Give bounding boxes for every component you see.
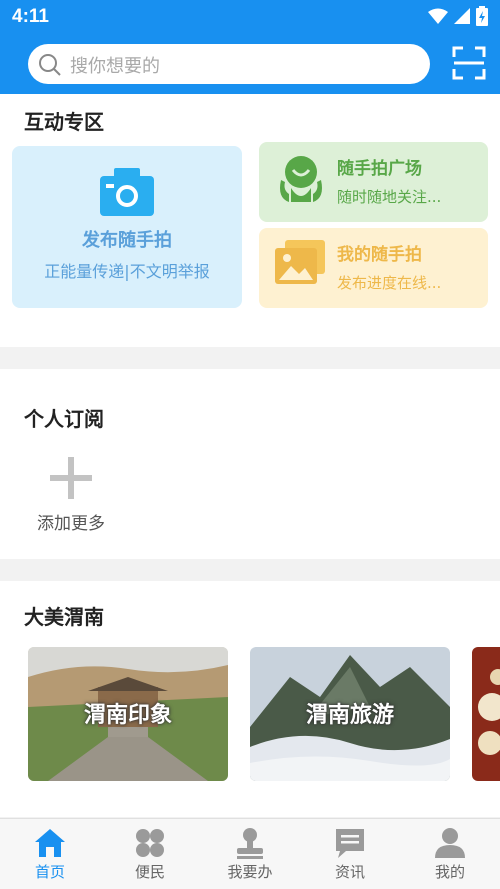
message-icon bbox=[336, 829, 364, 858]
search-icon bbox=[39, 54, 61, 76]
subscription-title: 个人订阅 bbox=[24, 407, 104, 431]
photo-square-title: 随手拍广场 bbox=[337, 159, 422, 179]
publish-photo-title: 发布随手拍 bbox=[82, 230, 172, 251]
weinan-impression-label: 渭南印象 bbox=[83, 703, 172, 728]
search-bar[interactable]: 搜你想要的 bbox=[28, 44, 430, 84]
tab-profile[interactable]: 我的 bbox=[400, 819, 500, 889]
weinan-third-image bbox=[472, 647, 500, 781]
clover-icon bbox=[136, 829, 164, 857]
weinan-third-card[interactable] bbox=[472, 647, 500, 781]
image-gallery-icon bbox=[275, 240, 325, 284]
top-bar: 4:11 搜你想要的 bbox=[0, 0, 500, 94]
my-photo-title: 我的随手拍 bbox=[337, 245, 422, 265]
status-icons bbox=[428, 6, 488, 26]
stamp-icon bbox=[237, 828, 263, 859]
home-icon bbox=[35, 829, 65, 857]
beauty-section: 大美渭南 渭南印象 渭南旅游 bbox=[0, 581, 500, 817]
weinan-tourism-card[interactable]: 渭南旅游 bbox=[250, 647, 450, 781]
weinan-tourism-label: 渭南旅游 bbox=[305, 703, 394, 728]
add-more-label: 添加更多 bbox=[37, 514, 105, 534]
interactive-zone-title: 互动专区 bbox=[24, 110, 104, 134]
my-photo-subtitle: 发布进度在线... bbox=[337, 274, 442, 292]
add-more-button[interactable]: 添加更多 bbox=[28, 457, 114, 534]
status-bar: 4:11 bbox=[0, 0, 500, 34]
plus-icon bbox=[50, 457, 92, 499]
tab-tasks-label: 我要办 bbox=[227, 863, 273, 881]
photo-square-card[interactable]: 随手拍广场 随时随地关注... bbox=[259, 142, 488, 222]
battery-icon bbox=[476, 6, 488, 26]
people-icon bbox=[280, 156, 322, 202]
publish-photo-card[interactable]: 发布随手拍 正能量传递|不文明举报 bbox=[12, 146, 242, 308]
interactive-zone-section: 互动专区 发布随手拍 正能量传递|不文明举报 随手拍广场 随时随地关注... 我… bbox=[0, 94, 500, 347]
tab-home[interactable]: 首页 bbox=[0, 819, 100, 889]
tab-tasks[interactable]: 我要办 bbox=[200, 819, 300, 889]
camera-icon bbox=[100, 168, 154, 216]
signal-icon bbox=[454, 8, 470, 24]
status-time: 4:11 bbox=[12, 6, 49, 27]
tab-services[interactable]: 便民 bbox=[100, 819, 200, 889]
my-photo-card[interactable]: 我的随手拍 发布进度在线... bbox=[259, 228, 488, 308]
publish-photo-subtitle: 正能量传递|不文明举报 bbox=[44, 262, 210, 281]
search-input[interactable]: 搜你想要的 bbox=[70, 52, 160, 78]
weinan-impression-card[interactable]: 渭南印象 bbox=[28, 647, 228, 781]
bottom-tab-bar: 首页 便民 我要办 资讯 我的 bbox=[0, 818, 500, 889]
subscription-section: 个人订阅 添加更多 bbox=[0, 369, 500, 559]
user-icon bbox=[435, 828, 465, 858]
beauty-title: 大美渭南 bbox=[24, 605, 104, 629]
tab-home-label: 首页 bbox=[34, 863, 65, 881]
tab-news[interactable]: 资讯 bbox=[300, 819, 400, 889]
tab-news-label: 资讯 bbox=[334, 863, 365, 881]
wifi-icon bbox=[428, 8, 448, 24]
scan-icon[interactable] bbox=[452, 46, 486, 80]
tab-profile-label: 我的 bbox=[434, 863, 465, 881]
photo-square-subtitle: 随时随地关注... bbox=[337, 188, 442, 206]
tab-services-label: 便民 bbox=[134, 863, 165, 881]
